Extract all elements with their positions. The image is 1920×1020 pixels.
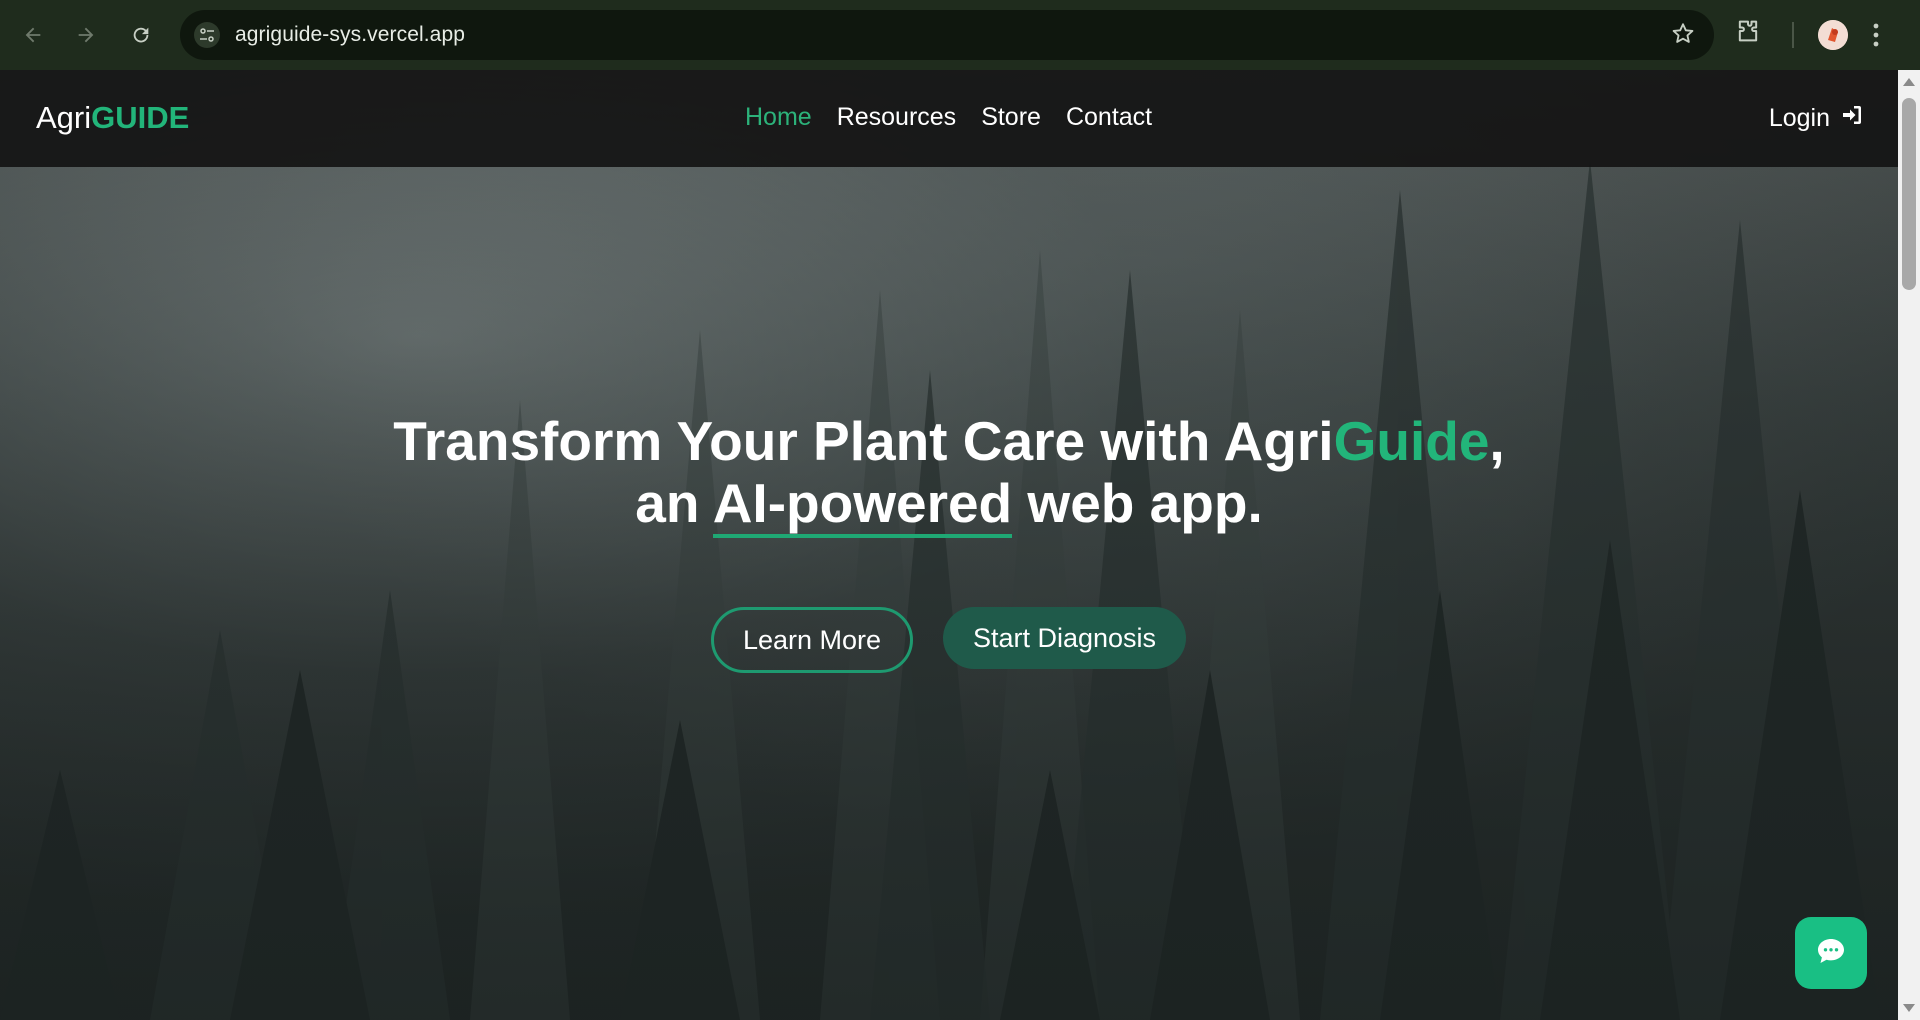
more-menu-icon[interactable] xyxy=(1872,20,1880,55)
chat-bubble-icon xyxy=(1816,937,1846,970)
main-menu: Home Resources Store Contact xyxy=(745,103,1152,132)
address-bar[interactable]: agriguide-sys.vercel.app xyxy=(180,10,1714,60)
nav-contact[interactable]: Contact xyxy=(1066,103,1152,132)
browser-toolbar: agriguide-sys.vercel.app xyxy=(0,0,1920,70)
scroll-down-arrow-icon[interactable] xyxy=(1903,1004,1915,1012)
nav-home[interactable]: Home xyxy=(745,103,812,132)
forest-illustration xyxy=(0,70,1898,1020)
headline-line2-prefix: an xyxy=(635,472,713,534)
headline-underlined: AI-powered xyxy=(712,472,1013,538)
login-label: Login xyxy=(1768,104,1830,132)
site-navbar: AgriGUIDE Home Resources Store Contact L… xyxy=(0,70,1898,167)
learn-more-button[interactable]: Learn More xyxy=(711,607,913,673)
hero-headline: Transform Your Plant Care with AgriGuide… xyxy=(0,410,1898,538)
forward-arrow-icon[interactable] xyxy=(68,17,104,53)
headline-line-1: Transform Your Plant Care with AgriGuide… xyxy=(0,410,1898,472)
page-scrollbar[interactable] xyxy=(1898,70,1920,1020)
headline-line-2: an AI-powered web app. xyxy=(0,472,1898,538)
url-text[interactable]: agriguide-sys.vercel.app xyxy=(235,23,465,47)
chat-button[interactable] xyxy=(1795,917,1867,989)
bookmark-star-icon[interactable] xyxy=(1670,21,1696,52)
page-viewport: AgriGUIDE Home Resources Store Contact L… xyxy=(0,70,1898,1020)
logo-prefix: Agri xyxy=(36,100,92,135)
headline-line1-suffix: , xyxy=(1489,410,1505,472)
back-arrow-icon[interactable] xyxy=(15,17,51,53)
profile-avatar[interactable] xyxy=(1818,20,1848,50)
site-logo[interactable]: AgriGUIDE xyxy=(36,100,189,136)
start-diagnosis-button[interactable]: Start Diagnosis xyxy=(943,607,1186,669)
logo-accent: GUIDE xyxy=(91,100,190,135)
nav-store[interactable]: Store xyxy=(981,103,1041,132)
scroll-up-arrow-icon[interactable] xyxy=(1903,78,1915,86)
headline-accent: Guide xyxy=(1333,410,1490,472)
nav-resources[interactable]: Resources xyxy=(837,103,957,132)
login-button[interactable]: Login xyxy=(1769,103,1864,134)
scroll-thumb[interactable] xyxy=(1902,98,1916,290)
extensions-icon[interactable] xyxy=(1734,17,1762,50)
headline-line1-prefix: Transform Your Plant Care with Agri xyxy=(393,410,1334,472)
headline-line2-suffix: web app. xyxy=(1012,472,1263,534)
login-icon xyxy=(1840,103,1864,134)
site-settings-icon[interactable] xyxy=(194,22,220,48)
reload-icon[interactable] xyxy=(123,17,159,53)
toolbar-divider xyxy=(1792,22,1794,48)
